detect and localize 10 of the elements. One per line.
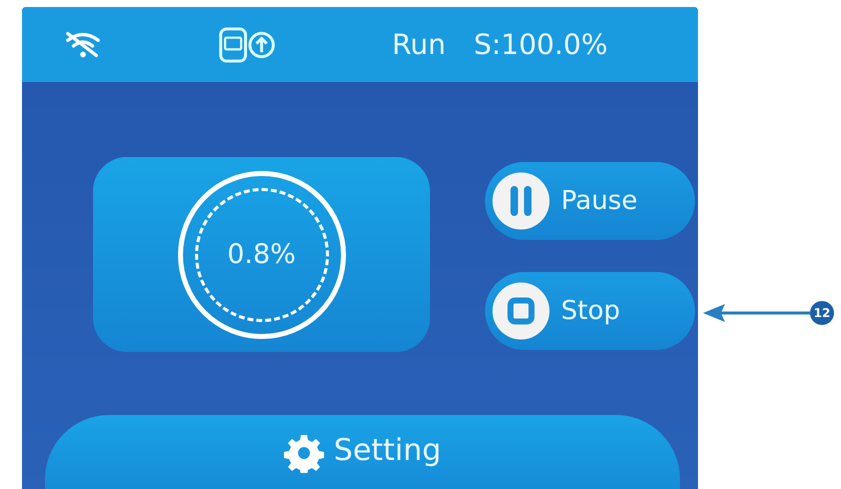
gear-icon [284,433,324,473]
setting-button[interactable]: Setting [45,415,680,489]
stop-button[interactable]: Stop [485,272,695,350]
stop-icon [491,281,551,341]
pause-icon [491,171,551,231]
machine-state: Run [392,28,446,61]
progress-percent: 0.8% [227,239,296,270]
speed-readout: S:100.0% [474,28,608,61]
pause-button[interactable]: Pause [485,162,695,240]
callout-number: 12 [810,301,834,325]
